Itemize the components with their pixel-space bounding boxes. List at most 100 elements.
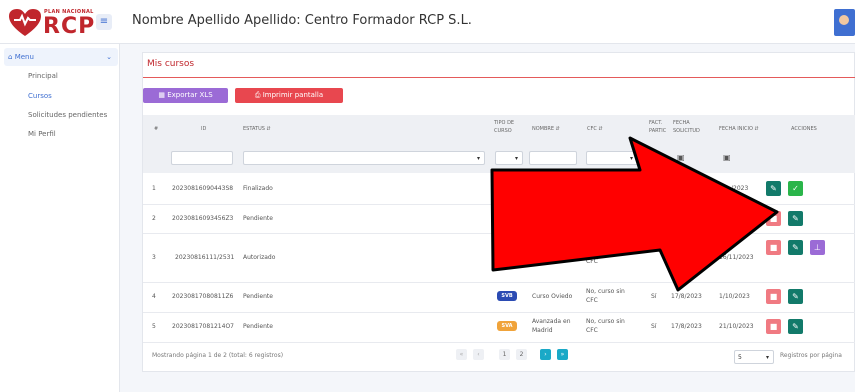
row-id[interactable]: 20230816093456Z3 <box>172 214 233 223</box>
col-acciones: ACCIONES <box>791 126 817 132</box>
check-edit-icon: ✓ <box>792 184 799 193</box>
rcp-logo[interactable]: PLAN NACIONAL RCP <box>8 6 108 39</box>
table-icon: ▦ <box>158 91 168 99</box>
row-num: 5 <box>152 323 156 330</box>
row-id[interactable]: 20230816090443S8 <box>172 184 233 193</box>
row-status: Autorizado <box>243 254 276 261</box>
pin-icon: ⊥ <box>814 243 821 252</box>
row-num: 2 <box>152 215 156 222</box>
page-2-button[interactable]: 2 <box>516 349 527 360</box>
delete-button[interactable]: ■ <box>766 240 781 255</box>
delete-button[interactable]: ■ <box>766 211 781 226</box>
row-divider <box>143 282 855 283</box>
col-fact-1: FACT. <box>649 120 663 126</box>
sidebar-menu-label: Menu <box>14 53 34 61</box>
pencil-icon: ✎ <box>792 292 799 301</box>
col-id: ID <box>201 126 207 132</box>
row-divider <box>143 204 855 205</box>
sidebar-item-solicitudes[interactable]: Solicitudes pendientes <box>28 111 107 119</box>
per-page-select[interactable]: 5 ▾ <box>734 350 774 364</box>
edit-button[interactable]: ✎ <box>766 181 781 196</box>
col-num: # <box>154 126 159 132</box>
col-fecha-inicio[interactable]: FECHA INICIO ⇵ <box>719 126 759 133</box>
row-divider <box>143 233 855 234</box>
pencil-icon: ✎ <box>792 214 799 223</box>
row-fact: Sí <box>651 293 657 300</box>
col-nombre[interactable]: NOMBRE ⇵ <box>532 126 560 133</box>
col-fact-2: PARTIC <box>649 128 667 134</box>
tipo-filter-select[interactable]: ▾ <box>495 151 523 165</box>
delete-button[interactable]: ■ <box>766 319 781 334</box>
sidebar-item-perfil[interactable]: Mi Perfil <box>28 130 56 138</box>
pencil-icon: ✎ <box>792 243 799 252</box>
sidebar-item-principal[interactable]: Principal <box>28 72 58 80</box>
row-status: Pendiente <box>243 215 273 222</box>
row-status: Pendiente <box>243 293 273 300</box>
trash-icon: ■ <box>769 292 778 301</box>
avatar[interactable] <box>834 9 855 36</box>
top-bar: PLAN NACIONAL RCP ≡ Nombre Apellido Apel… <box>0 0 855 44</box>
row-fecha-sol: 17/8/2023 <box>671 323 702 330</box>
row-cfc: No, curso sin CFC <box>586 288 625 304</box>
export-xls-button[interactable]: ▦ Exportar XLS <box>143 88 228 103</box>
col-tipo-2: CURSO <box>494 128 512 134</box>
row-id[interactable]: 20230816111/2531 <box>175 253 234 262</box>
prev-page-button[interactable]: ‹ <box>473 349 484 360</box>
col-tipo-1: TIPO DE <box>494 120 515 126</box>
status-filter-select[interactable]: ▾ <box>243 151 485 165</box>
tipo-badge: SVB <box>497 291 517 301</box>
row-cfc: No, curso sin <box>586 180 625 187</box>
row-nombre: Curso Oviedo <box>532 293 573 300</box>
cfc-filter-select[interactable]: ▾ <box>586 151 638 165</box>
row-fact: Sí <box>651 323 657 330</box>
edit-button[interactable]: ✎ <box>788 319 803 334</box>
chevron-down-icon: ⌄ <box>106 53 112 61</box>
col-cfc[interactable]: CFC ⇵ <box>587 126 603 133</box>
last-page-button[interactable]: » <box>557 349 568 360</box>
row-fecha-inicio: 1/10/2023 <box>719 293 750 300</box>
chevron-down-icon: ▾ <box>765 354 769 361</box>
trash-icon: ■ <box>769 214 778 223</box>
edit-button[interactable]: ✎ <box>788 211 803 226</box>
page-title: Nombre Apellido Apellido: Centro Formado… <box>132 13 472 28</box>
chevron-down-icon: ▾ <box>629 155 633 162</box>
row-cfc: No, curso sin CFC <box>586 249 625 265</box>
sidebar-menu-toggle[interactable]: ⌂ Menu ⌄ <box>4 48 118 66</box>
logo-text: RCP <box>43 14 96 39</box>
courses-card: Mis cursos ▦ Exportar XLS ⎙ Imprimir pan… <box>142 52 855 372</box>
certify-button[interactable]: ✓ <box>788 181 803 196</box>
edit-button[interactable]: ✎ <box>788 289 803 304</box>
delete-button[interactable]: ■ <box>766 289 781 304</box>
row-num: 1 <box>152 185 156 192</box>
calendar-icon[interactable]: ▣ <box>677 153 685 162</box>
tipo-badge: SVA <box>497 321 517 331</box>
export-xls-label: Exportar XLS <box>167 91 213 99</box>
pencil-icon: ✎ <box>770 184 777 193</box>
pagination-summary: Mostrando página 1 de 2 (total: 6 regist… <box>152 352 284 359</box>
col-fecha-sol-2: SOLICITUD <box>673 128 700 134</box>
print-screen-button[interactable]: ⎙ Imprimir pantalla <box>235 88 343 103</box>
heart-logo-icon <box>9 9 41 36</box>
calendar-icon[interactable]: ▣ <box>723 153 731 162</box>
pin-button[interactable]: ⊥ <box>810 240 825 255</box>
nombre-filter-input[interactable] <box>529 151 577 165</box>
per-page-label: Registros por página <box>780 352 842 359</box>
title-divider <box>143 77 855 78</box>
per-page-value: 5 <box>738 354 742 361</box>
table-header: # ID ESTATUS ⇵ TIPO DE CURSO NOMBRE ⇵ CF… <box>143 115 855 173</box>
tipo-badge: SVB <box>497 252 517 262</box>
col-estatus[interactable]: ESTATUS ⇵ <box>243 126 271 133</box>
id-filter-input[interactable] <box>171 151 233 165</box>
home-icon: ⌂ <box>8 53 13 61</box>
next-page-button[interactable]: › <box>540 349 551 360</box>
row-divider <box>143 312 855 313</box>
hamburger-icon[interactable]: ≡ <box>96 14 112 30</box>
row-cfc: No, curso sin CFC <box>586 318 625 334</box>
row-id[interactable]: 20230817080811Z6 <box>172 292 233 301</box>
edit-button[interactable]: ✎ <box>788 240 803 255</box>
first-page-button[interactable]: « <box>456 349 467 360</box>
sidebar-item-cursos[interactable]: Cursos <box>28 92 52 100</box>
section-title: Mis cursos <box>147 59 195 69</box>
page-1-button[interactable]: 1 <box>499 349 510 360</box>
row-id[interactable]: 20230817081214O7 <box>172 322 234 331</box>
